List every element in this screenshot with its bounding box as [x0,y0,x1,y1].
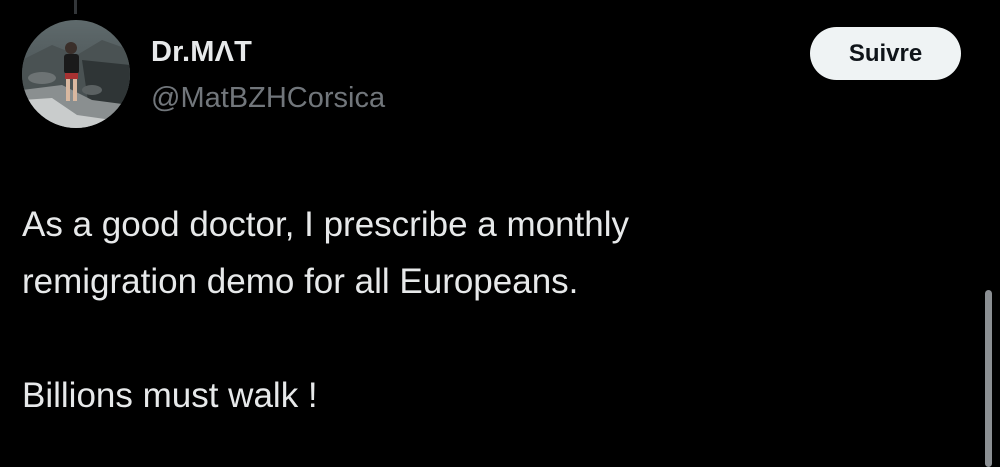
avatar-photo-icon [22,20,130,128]
tweet-text-paragraph-2: Billions must walk ! [22,376,318,415]
author-handle[interactable]: @MatBZHCorsica [151,80,385,116]
author-display-name[interactable]: Dr.MΛT [151,34,385,70]
tweet-text-line-1: As a good doctor, I prescribe a monthly [22,205,629,244]
thread-connector-line [74,0,77,14]
author-block: Dr.MΛT @MatBZHCorsica [151,34,385,116]
tweet-text-line-2: remigration demo for all Europeans. [22,262,579,301]
scrollbar-thumb[interactable] [985,290,992,467]
avatar[interactable] [22,20,130,128]
tweet-text: As a good doctor, I prescribe a monthly … [22,196,922,424]
follow-button[interactable]: Suivre [810,27,961,80]
